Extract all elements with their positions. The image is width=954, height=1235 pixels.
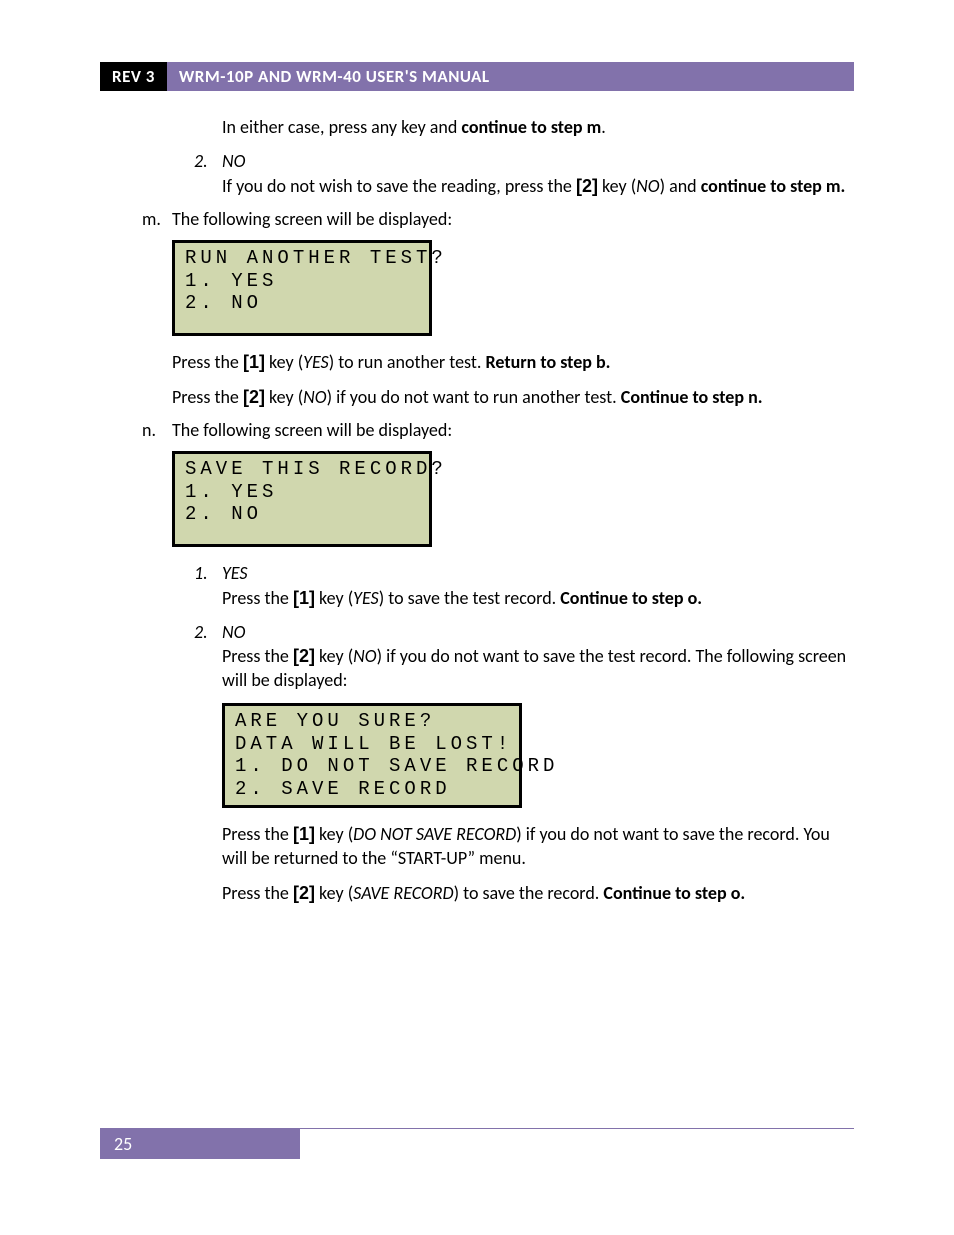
text: Press the xyxy=(172,351,243,373)
text: key ( xyxy=(265,386,303,408)
step-m-p2: Press the [2] key (NO) if you do not wan… xyxy=(172,385,854,409)
text-bold: continue to step m xyxy=(461,116,601,138)
keycap-2: [2] xyxy=(576,176,598,196)
list-number: 2. xyxy=(194,149,222,173)
text: key ( xyxy=(315,645,353,667)
step-letter: m. xyxy=(142,208,172,230)
lcd-screen-save-record: SAVE THIS RECORD? 1. YES 2. NO xyxy=(172,451,432,547)
text: key ( xyxy=(265,351,303,373)
text: ) if you do not want to run another test… xyxy=(327,386,621,408)
step-letter: n. xyxy=(142,419,172,441)
lcd-screen-are-you-sure: ARE YOU SURE? DATA WILL BE LOST! 1. DO N… xyxy=(222,703,522,808)
text: key ( xyxy=(598,175,636,197)
list-number: 2. xyxy=(194,620,222,644)
lcd-screen-run-another: RUN ANOTHER TEST? 1. YES 2. NO xyxy=(172,240,432,336)
text-bold: Continue to step o. xyxy=(603,882,745,904)
page-header: REV 3 WRM-10P AND WRM-40 USER'S MANUAL xyxy=(100,62,854,91)
step-n2-p1: Press the [1] key (DO NOT SAVE RECORD) i… xyxy=(222,822,854,871)
text-ital: NO xyxy=(636,175,659,197)
text: Press the xyxy=(222,823,293,845)
list-label: NO xyxy=(222,149,245,173)
text-bold: continue to step m. xyxy=(701,175,846,197)
text: Press the xyxy=(222,587,293,609)
text-ital: NO xyxy=(303,386,326,408)
keycap-1: [1] xyxy=(293,588,315,608)
text-bold: Continue to step o. xyxy=(560,587,702,609)
keycap-2: [2] xyxy=(243,387,265,407)
text: In either case, press any key and xyxy=(222,116,461,138)
step-m-header: m. The following screen will be displaye… xyxy=(142,208,854,230)
list-item-yes: 1. YES Press the [1] key (YES) to save t… xyxy=(194,561,854,610)
step-n-header: n. The following screen will be displaye… xyxy=(142,419,854,441)
header-title: WRM-10P AND WRM-40 USER'S MANUAL xyxy=(167,62,854,91)
text-ital: YES xyxy=(353,587,379,609)
page-footer: 25 xyxy=(100,1128,854,1159)
text: ) and xyxy=(660,175,701,197)
text-ital: DO NOT SAVE RECORD xyxy=(353,823,516,845)
text-bold: Return to step b. xyxy=(486,351,611,373)
list-label: YES xyxy=(222,561,248,585)
page-number: 25 xyxy=(100,1129,300,1159)
para-intro: In either case, press any key and contin… xyxy=(222,115,854,139)
page: REV 3 WRM-10P AND WRM-40 USER'S MANUAL I… xyxy=(0,0,954,905)
text: key ( xyxy=(315,882,353,904)
keycap-2: [2] xyxy=(293,646,315,666)
text: key ( xyxy=(315,823,353,845)
step-text: The following screen will be displayed: xyxy=(172,208,452,230)
list-item-no-2: 2. NO Press the [2] key (NO) if you do n… xyxy=(194,620,854,693)
step-n2-p2: Press the [2] key (SAVE RECORD) to save … xyxy=(222,881,854,905)
text-bold: Continue to step n. xyxy=(621,386,763,408)
text-ital: SAVE RECORD xyxy=(353,882,453,904)
text: ) to save the test record. xyxy=(379,587,561,609)
text: ) to save the record. xyxy=(454,882,604,904)
text: Press the xyxy=(222,645,293,667)
step-m-p1: Press the [1] key (YES) to run another t… xyxy=(172,350,854,374)
keycap-1: [1] xyxy=(243,352,265,372)
text: Press the xyxy=(222,882,293,904)
text: If you do not wish to save the reading, … xyxy=(222,175,576,197)
text: Press the xyxy=(172,386,243,408)
list-body: If you do not wish to save the reading, … xyxy=(222,174,854,198)
keycap-2: [2] xyxy=(293,883,315,903)
text-ital: NO xyxy=(353,645,376,667)
list-body: Press the [2] key (NO) if you do not wan… xyxy=(222,644,854,693)
text: ) to run another test. xyxy=(329,351,486,373)
step-text: The following screen will be displayed: xyxy=(172,419,452,441)
content-area: In either case, press any key and contin… xyxy=(128,115,854,905)
list-body: Press the [1] key (YES) to save the test… xyxy=(222,586,854,610)
text: key ( xyxy=(315,587,353,609)
list-number: 1. xyxy=(194,561,222,585)
list-label: NO xyxy=(222,620,245,644)
text-ital: YES xyxy=(303,351,329,373)
list-item-no: 2. NO If you do not wish to save the rea… xyxy=(194,149,854,198)
keycap-1: [1] xyxy=(293,824,315,844)
text: . xyxy=(601,116,606,138)
header-rev: REV 3 xyxy=(100,62,167,91)
